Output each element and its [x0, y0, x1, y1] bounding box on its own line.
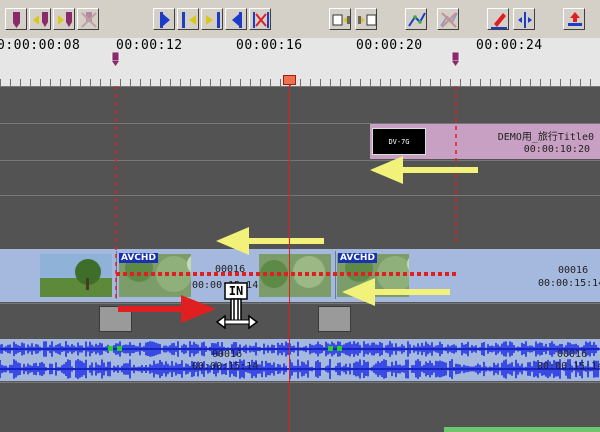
yellow-arrow — [216, 227, 324, 255]
yellow-arrow — [370, 156, 478, 184]
timeline-window: 0:00:00:08 00:00:12 00:00:16 00:00:20 00… — [0, 0, 600, 432]
playhead-line — [289, 84, 290, 432]
trim-cursor-label: IN — [228, 284, 244, 298]
red-arrow — [118, 295, 216, 323]
yellow-arrow — [342, 278, 450, 306]
annotation-arrows — [118, 156, 478, 323]
status-bar-fragment — [444, 427, 600, 432]
trim-cursor: IN — [215, 282, 259, 334]
